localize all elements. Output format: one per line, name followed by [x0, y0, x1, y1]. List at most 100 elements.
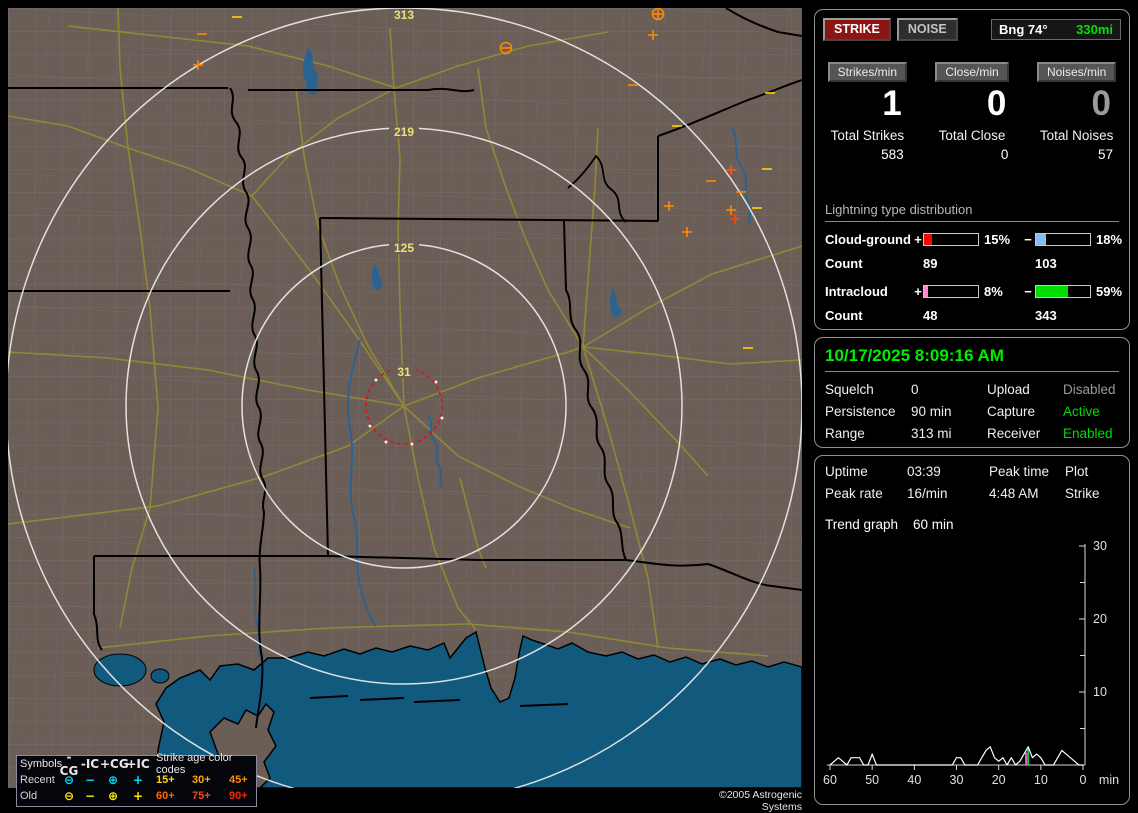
upload-label: Upload — [987, 382, 1063, 397]
legend-symbols-header: Symbols — [20, 758, 58, 770]
peakrate-value: 16/min — [907, 486, 989, 501]
recent-pic-icon: + — [126, 773, 150, 787]
ic-negative-bar — [1035, 285, 1091, 298]
peaktime-value: 4:48 AM — [989, 486, 1065, 501]
trend-line — [830, 747, 1083, 765]
uptime-value: 03:39 — [907, 464, 989, 479]
capture-label: Capture — [987, 404, 1063, 419]
distribution-title: Lightning type distribution — [825, 202, 1119, 222]
map-legend: Symbols -CG -IC +CG +IC Strike age color… — [16, 755, 257, 807]
noises-counter: Noises/min 0 Total Noises 57 — [1024, 62, 1129, 162]
receiver-value: Enabled — [1063, 426, 1121, 441]
strikes-per-min-value: 1 — [815, 84, 920, 124]
age-60: 60+ — [156, 790, 192, 802]
strikes-counter: Strikes/min 1 Total Strikes 583 — [815, 62, 920, 162]
cloud-ground-label: Cloud-ground — [825, 232, 913, 247]
cg-negative-bar-fill — [1036, 234, 1046, 245]
ic-count-label: Count — [825, 308, 913, 323]
total-noises-value: 57 — [1024, 147, 1129, 162]
total-strikes-label: Total Strikes — [815, 128, 920, 143]
legend-col-pcg: +CG — [100, 757, 126, 771]
legend-col-pic: +IC — [126, 757, 150, 771]
strikes-per-min-button[interactable]: Strikes/min — [828, 62, 907, 82]
peakrate-label: Peak rate — [825, 486, 907, 501]
recent-ncg-icon: ⊖ — [58, 773, 80, 787]
recent-nic-icon: − — [80, 773, 100, 787]
ic-positive-count: 48 — [923, 308, 979, 323]
intracloud-row: Intracloud + 8% − 59% — [825, 278, 1119, 304]
svg-text:min: min — [1099, 773, 1119, 787]
legend-col-nic: -IC — [80, 757, 100, 771]
svg-text:30: 30 — [950, 773, 964, 787]
map-canvas[interactable]: 313 219 125 31 — [8, 8, 802, 788]
total-close-label: Total Close — [920, 128, 1025, 143]
age-75: 75+ — [192, 790, 229, 802]
cg-positive-pct: 15% — [979, 232, 1021, 247]
legend-row-recent-label: Recent — [20, 774, 58, 786]
radar-map[interactable]: 313 219 125 31 — [8, 8, 802, 788]
total-close-value: 0 — [920, 147, 1025, 162]
bearing-value: Bng 74° — [999, 22, 1048, 37]
svg-text:10: 10 — [1093, 685, 1107, 699]
mode-button-row: STRIKE NOISE Bng 74° 330mi — [823, 18, 1121, 41]
old-nic-icon: − — [80, 789, 100, 803]
ring-label-219: 219 — [394, 125, 414, 139]
close-counter: Close/min 0 Total Close 0 — [920, 62, 1025, 162]
cloud-ground-count-row: Count 89 103 — [825, 252, 1119, 274]
rate-counters: Strikes/min 1 Total Strikes 583 Close/mi… — [815, 62, 1129, 162]
old-pic-icon: + — [126, 789, 150, 803]
cg-count-label: Count — [825, 256, 913, 271]
ring-label-31: 31 — [397, 365, 411, 379]
ring-label-313: 313 — [394, 8, 414, 22]
total-strikes-value: 583 — [815, 147, 920, 162]
cg-positive-bar — [923, 233, 979, 246]
cg-positive-bar-fill — [924, 234, 932, 245]
ic-positive-pct: 8% — [979, 284, 1021, 299]
noise-mode-button[interactable]: NOISE — [897, 18, 958, 41]
trend-axes — [827, 544, 1085, 770]
cg-negative-count: 103 — [1035, 256, 1091, 271]
noises-per-min-value: 0 — [1024, 84, 1129, 124]
svg-text:40: 40 — [907, 773, 921, 787]
strike-mode-button[interactable]: STRIKE — [823, 18, 891, 41]
receiver-label: Receiver — [987, 426, 1063, 441]
cloud-ground-row: Cloud-ground + 15% − 18% — [825, 226, 1119, 252]
squelch-label: Squelch — [825, 382, 911, 397]
status-grid: Squelch 0 Upload Disabled Persistence 90… — [825, 382, 1121, 441]
minus-sign: − — [1021, 232, 1035, 247]
cg-positive-count: 89 — [923, 256, 979, 271]
close-per-min-value: 0 — [920, 84, 1025, 124]
squelch-value: 0 — [911, 382, 987, 397]
trend-axis-labels: 6050403020100min102030 — [823, 539, 1119, 787]
peaktime-label: Peak time — [989, 464, 1065, 479]
trend-info-grid: Uptime 03:39 Peak time Plot Peak rate 16… — [825, 464, 1121, 501]
noises-per-min-button[interactable]: Noises/min — [1037, 62, 1116, 82]
svg-text:50: 50 — [865, 773, 879, 787]
datetime-display: 10/17/2025 8:09:16 AM — [825, 346, 1119, 372]
legend-age-header: Strike age color codes — [156, 752, 263, 776]
svg-text:20: 20 — [992, 773, 1006, 787]
strike-symbol-circle-plus — [653, 9, 664, 20]
strike-stats-panel: STRIKE NOISE Bng 74° 330mi Strikes/min 1… — [814, 9, 1130, 330]
plus-sign: + — [913, 232, 923, 247]
system-status-panel: 10/17/2025 8:09:16 AM Squelch 0 Upload D… — [814, 337, 1130, 448]
copyright-text: ©2005 Astrogenic Systems — [684, 789, 802, 813]
legend-row-old-label: Old — [20, 790, 58, 802]
intracloud-label: Intracloud — [825, 284, 913, 299]
ring-label-125: 125 — [394, 241, 414, 255]
close-per-min-button[interactable]: Close/min — [935, 62, 1008, 82]
upload-value: Disabled — [1063, 382, 1121, 397]
svg-text:30: 30 — [1093, 539, 1107, 553]
age-90: 90+ — [229, 790, 263, 802]
distance-value: 330mi — [1076, 22, 1113, 37]
ic-positive-bar — [923, 285, 979, 298]
capture-value: Active — [1063, 404, 1121, 419]
svg-text:10: 10 — [1034, 773, 1048, 787]
app-window: { "map": { "colors": { "land": "#6b5e57"… — [0, 0, 1138, 812]
trend-chart: 6050403020100min102030 — [819, 528, 1127, 798]
minus-sign: − — [1021, 284, 1035, 299]
plus-sign: + — [913, 284, 923, 299]
old-pcg-icon: ⊕ — [100, 789, 126, 803]
uptime-label: Uptime — [825, 464, 907, 479]
intracloud-count-row: Count 48 343 — [825, 304, 1119, 326]
